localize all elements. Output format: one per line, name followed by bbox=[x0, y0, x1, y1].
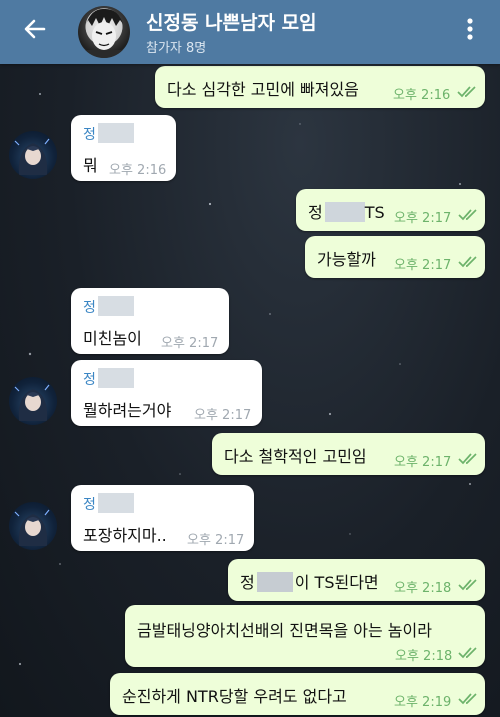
message-time: 오후 2:17 bbox=[394, 211, 452, 226]
chat-title[interactable]: 신정동 나쁜남자 모임 bbox=[146, 8, 317, 35]
message-text: 뭐 bbox=[83, 156, 98, 175]
redacted-block bbox=[97, 368, 134, 388]
sender-avatar[interactable] bbox=[9, 377, 57, 425]
sender-name: 정 bbox=[83, 296, 134, 317]
read-check-icon bbox=[458, 453, 477, 465]
read-check-icon bbox=[457, 86, 476, 98]
redacted-block bbox=[97, 493, 134, 513]
redacted-block bbox=[97, 296, 134, 316]
message-text: 뭘하려는거야 bbox=[83, 401, 172, 420]
message-time: 오후 2:17 bbox=[187, 533, 245, 548]
message-text: 금발태닝양아치선배의 진면목을 아는 놈이라 bbox=[137, 621, 432, 640]
group-avatar[interactable] bbox=[78, 6, 130, 58]
outgoing-message[interactable]: 정 이 TS된다면 오후 2:18 bbox=[228, 559, 485, 601]
message-text: 포장하지마.. bbox=[83, 526, 167, 545]
read-check-icon bbox=[458, 579, 477, 591]
message-time: 오후 2:17 bbox=[394, 455, 452, 470]
message-text-part: 정 bbox=[240, 573, 255, 592]
message-text-part: 이 TS된다면 bbox=[294, 573, 379, 592]
sender-avatar[interactable] bbox=[9, 502, 57, 550]
message-time: 오후 2:17 bbox=[394, 258, 452, 273]
message-text: 미친놈이 bbox=[83, 329, 142, 348]
outgoing-message[interactable]: 정 TS 오후 2:17 bbox=[296, 189, 485, 231]
message-time: 오후 2:17 bbox=[161, 336, 219, 351]
outgoing-message[interactable]: 다소 철학적인 고민임 오후 2:17 bbox=[212, 433, 485, 475]
message-time: 오후 2:19 bbox=[394, 695, 452, 710]
sender-name: 정 bbox=[83, 368, 134, 389]
redacted-block bbox=[324, 202, 365, 222]
sender-name: 정 bbox=[83, 123, 134, 144]
sender-name-text: 정 bbox=[83, 497, 96, 513]
message-time: 오후 2:17 bbox=[194, 408, 252, 423]
incoming-message[interactable]: 정 포장하지마.. 오후 2:17 bbox=[71, 485, 254, 551]
redacted-block bbox=[97, 123, 134, 143]
sender-avatar[interactable] bbox=[9, 131, 57, 179]
message-text: 가능할까 bbox=[317, 250, 376, 269]
outgoing-message[interactable]: 금발태닝양아치선배의 진면목을 아는 놈이라 오후 2:18 bbox=[125, 605, 485, 667]
sender-name-text: 정 bbox=[83, 127, 96, 143]
incoming-message[interactable]: 정 뭐 오후 2:16 bbox=[71, 115, 176, 181]
incoming-message[interactable]: 정 뭘하려는거야 오후 2:17 bbox=[71, 360, 262, 426]
message-time: 오후 2:16 bbox=[109, 163, 167, 178]
more-options-icon[interactable] bbox=[460, 14, 480, 44]
sender-name: 정 bbox=[83, 493, 134, 514]
incoming-message[interactable]: 정 미친놈이 오후 2:17 bbox=[71, 288, 229, 354]
message-text: 순진하게 NTR당할 우려도 없다고 bbox=[122, 687, 347, 706]
message-text-part: TS bbox=[364, 203, 385, 222]
read-check-icon bbox=[458, 256, 477, 268]
read-check-icon bbox=[458, 693, 477, 705]
message-text: 다소 철학적인 고민임 bbox=[224, 447, 367, 466]
outgoing-message[interactable]: 다소 심각한 고민에 빠져있음 오후 2:16 bbox=[155, 66, 485, 108]
message-text: 다소 심각한 고민에 빠져있음 bbox=[167, 80, 359, 99]
message-text: 정 TS bbox=[308, 199, 385, 223]
outgoing-message[interactable]: 순진하게 NTR당할 우려도 없다고 오후 2:19 bbox=[110, 673, 485, 715]
participant-count: 참가자 8명 bbox=[146, 41, 207, 56]
sender-name-text: 정 bbox=[83, 300, 96, 316]
message-time: 오후 2:18 bbox=[395, 649, 453, 664]
outgoing-message[interactable]: 가능할까 오후 2:17 bbox=[305, 236, 485, 278]
read-check-icon bbox=[458, 647, 477, 659]
redacted-block bbox=[256, 572, 293, 592]
sender-name-text: 정 bbox=[83, 372, 96, 388]
back-arrow-icon[interactable] bbox=[18, 12, 52, 46]
message-text: 정 이 TS된다면 bbox=[240, 569, 379, 593]
message-time: 오후 2:18 bbox=[394, 581, 452, 596]
read-check-icon bbox=[458, 209, 477, 221]
message-text-part: 정 bbox=[308, 203, 323, 222]
chat-header: 신정동 나쁜남자 모임 참가자 8명 bbox=[0, 0, 500, 64]
message-time: 오후 2:16 bbox=[393, 88, 451, 103]
